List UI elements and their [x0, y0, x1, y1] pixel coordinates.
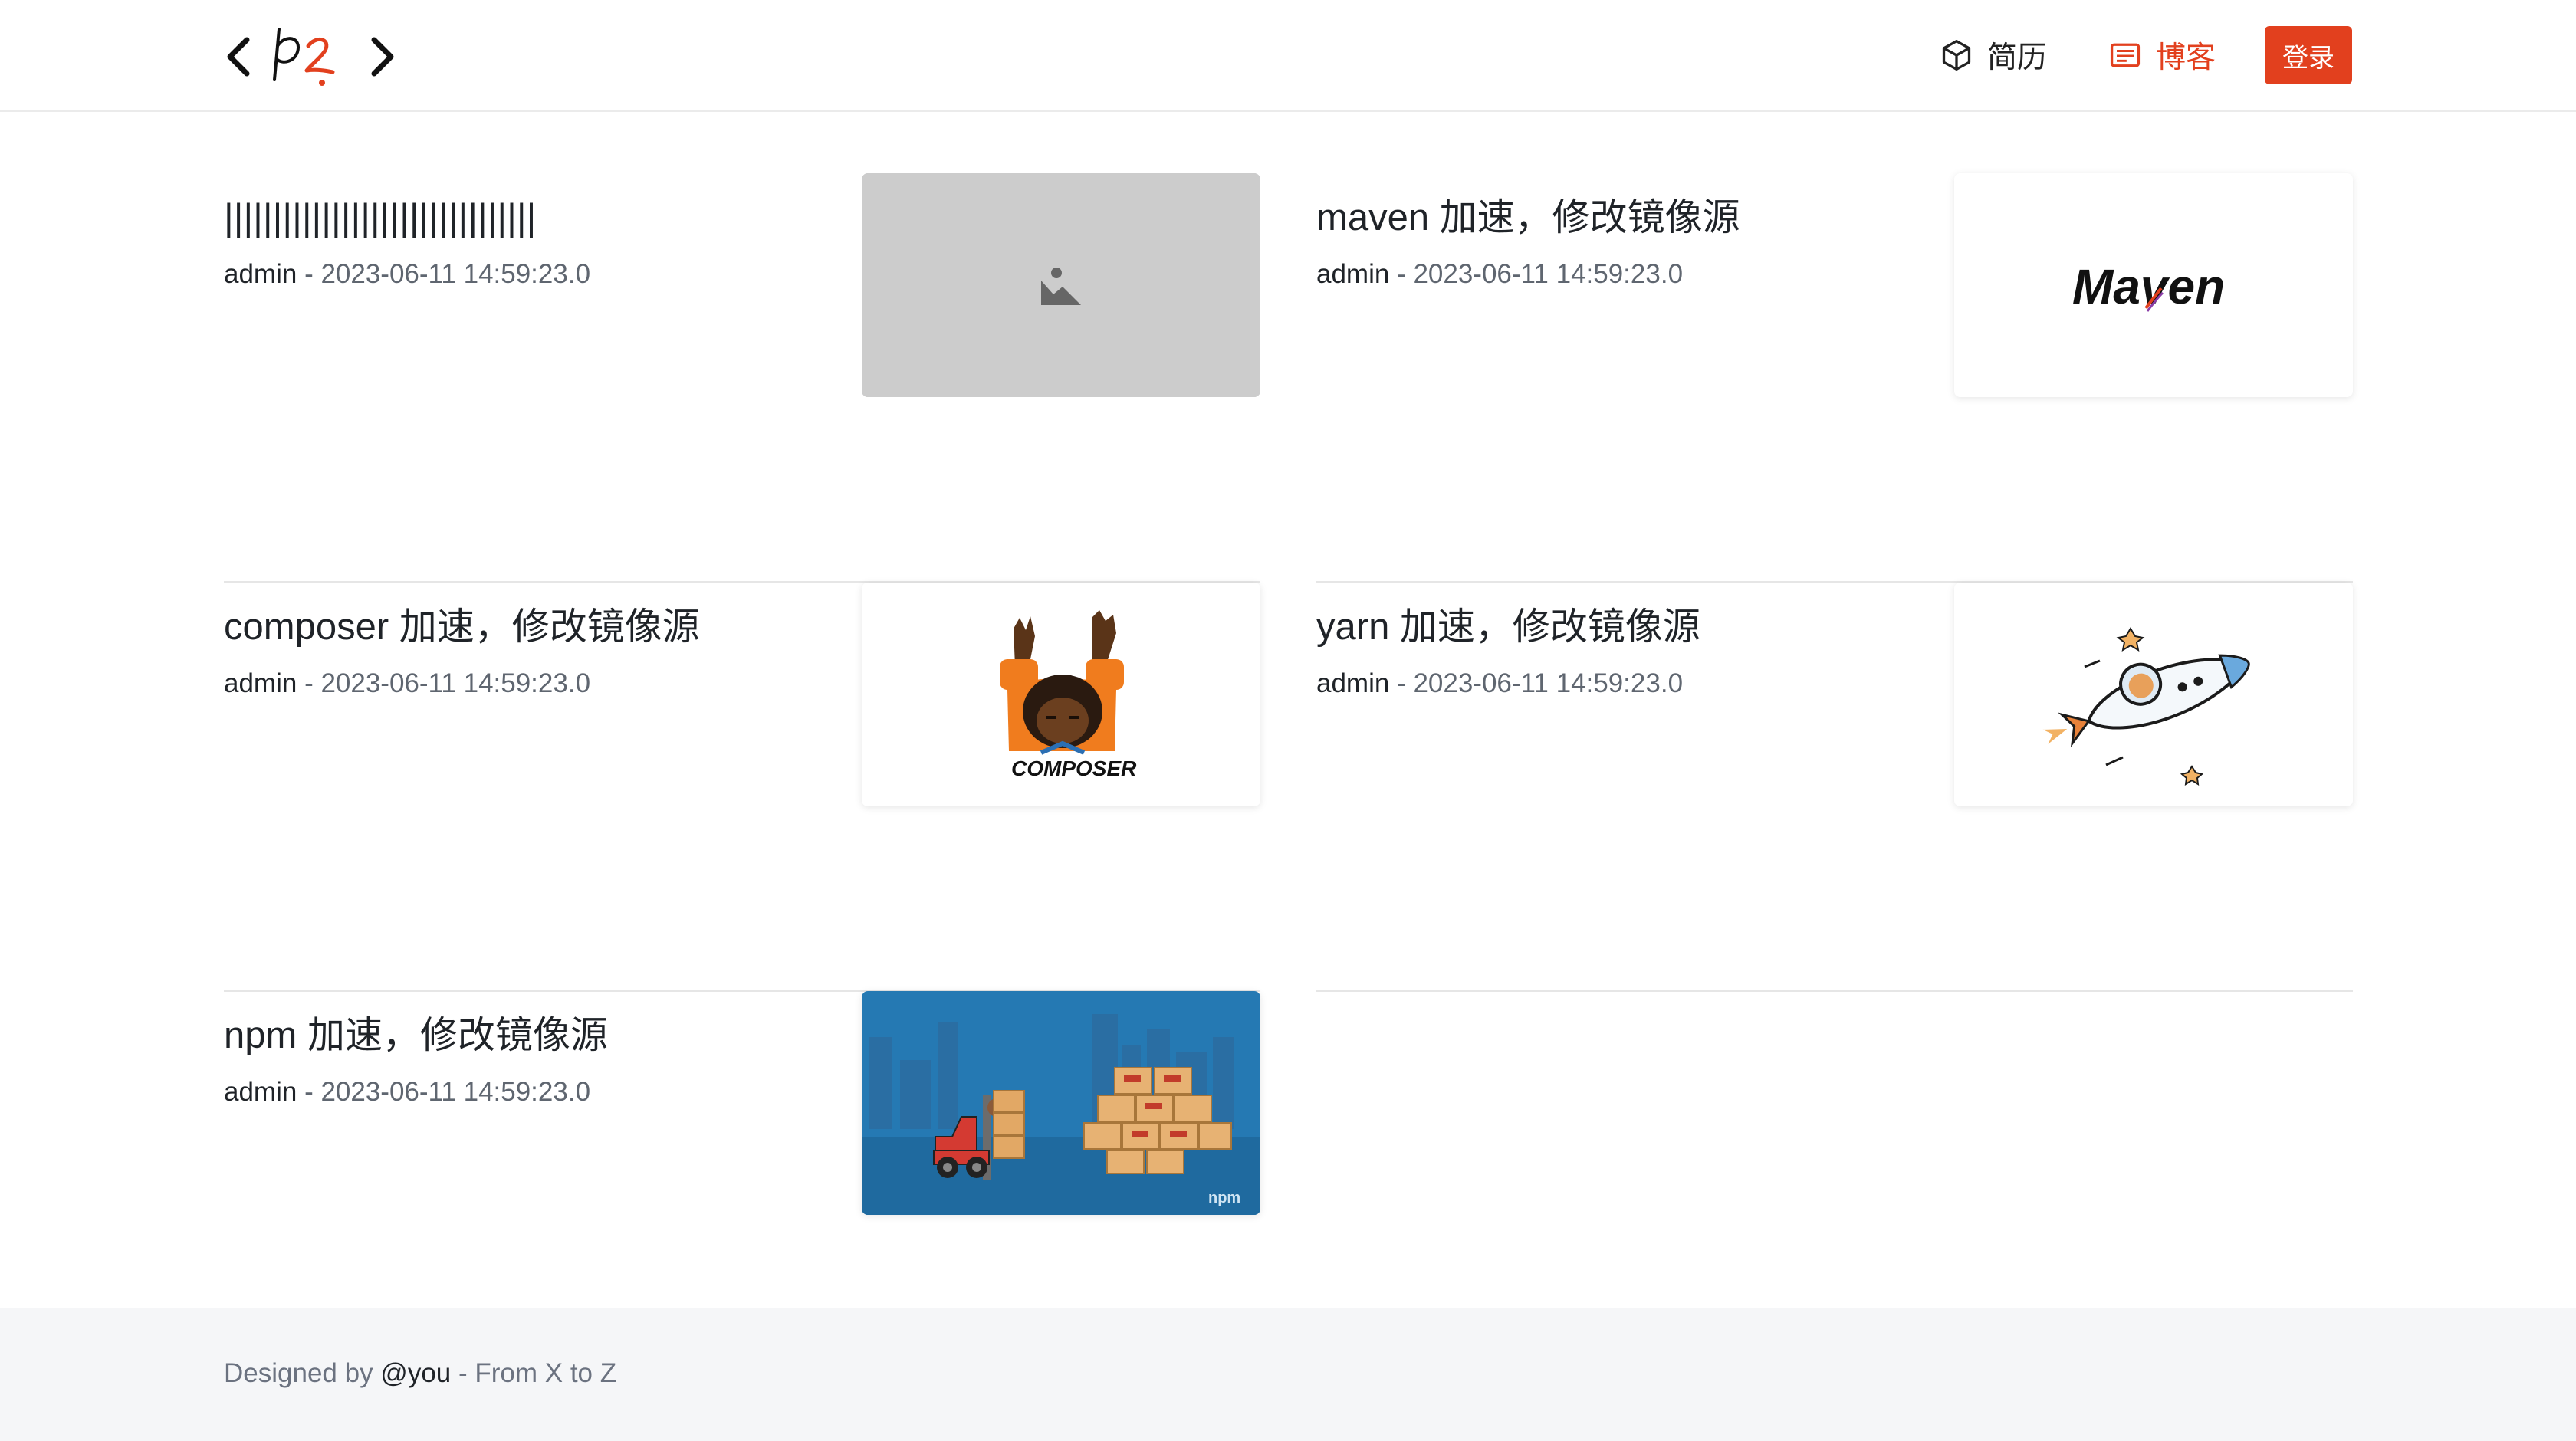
footer-credits: Designed by @you - From X to Z: [224, 1358, 616, 1389]
post-date: - 2023-06-11 14:59:23.0: [304, 668, 591, 698]
post-meta: admin - 2023-06-11 14:59:23.0: [224, 1072, 590, 1112]
image-placeholder-icon: [862, 173, 1260, 397]
post-author: admin: [1316, 259, 1390, 289]
post-card: maven 加速，修改镜像源 admin - 2023-06-11 14:59:…: [1316, 173, 2353, 583]
post-date: - 2023-06-11 14:59:23.0: [304, 1077, 591, 1107]
logo-icon: [227, 28, 394, 86]
post-meta: admin - 2023-06-11 14:59:23.0: [224, 254, 590, 294]
npm-forklift-illustration: npm: [862, 991, 1260, 1215]
nav-blog-label: 博客: [2156, 41, 2216, 74]
composer-logo-text: COMPOSER: [1011, 757, 1137, 780]
post-date: - 2023-06-11 14:59:23.0: [1397, 668, 1684, 698]
post-thumbnail[interactable]: [862, 173, 1260, 397]
npm-logo-text: npm: [1208, 1190, 1240, 1206]
yarn-rocket-illustration: [1954, 583, 2353, 806]
nav-blog[interactable]: 博客: [2108, 31, 2216, 80]
post-author: admin: [224, 668, 297, 698]
post-meta: admin - 2023-06-11 14:59:23.0: [1316, 254, 1683, 294]
post-thumbnail[interactable]: Maven: [1954, 173, 2353, 397]
post-author: admin: [224, 259, 297, 289]
post-date: - 2023-06-11 14:59:23.0: [1397, 259, 1684, 289]
post-author: admin: [224, 1077, 297, 1107]
post-title[interactable]: yarn 加速，修改镜像源: [1316, 602, 1700, 652]
post-thumbnail[interactable]: COMPOSER: [862, 583, 1260, 806]
post-card: yarn 加速，修改镜像源 admin - 2023-06-11 14:59:2…: [1316, 583, 2353, 992]
post-title[interactable]: maven 加速，修改镜像源: [1316, 193, 1740, 242]
post-date: - 2023-06-11 14:59:23.0: [304, 259, 591, 289]
post-title[interactable]: ||||||||||||||||||||||||||||||||: [224, 193, 536, 242]
post-thumbnail[interactable]: [1954, 583, 2353, 806]
post-meta: admin - 2023-06-11 14:59:23.0: [224, 664, 590, 704]
footer-prefix: Designed by: [224, 1358, 381, 1388]
post-title[interactable]: composer 加速，修改镜像源: [224, 602, 700, 652]
cube-icon: [1942, 40, 1971, 71]
maven-logo: Maven: [1954, 173, 2353, 397]
login-button[interactable]: 登录: [2265, 26, 2352, 84]
composer-logo: COMPOSER: [862, 583, 1260, 806]
post-title[interactable]: npm 加速，修改镜像源: [224, 1011, 608, 1060]
post-author: admin: [1316, 668, 1390, 698]
nav-resume[interactable]: 简历: [1940, 31, 2047, 80]
post-card: composer 加速，修改镜像源 admin - 2023-06-11 14:…: [224, 583, 1260, 992]
footer-author-link[interactable]: @you: [380, 1358, 451, 1388]
post-thumbnail[interactable]: npm: [862, 991, 1260, 1215]
post-meta: admin - 2023-06-11 14:59:23.0: [1316, 664, 1683, 704]
top-navbar: 简历 博客 登录: [0, 0, 2576, 112]
site-footer: Designed by @you - From X to Z: [0, 1308, 2576, 1441]
nav-resume-label: 简历: [1987, 41, 2048, 74]
footer-suffix: - From X to Z: [451, 1358, 617, 1388]
document-lines-icon: [2110, 43, 2141, 67]
post-card: |||||||||||||||||||||||||||||||| admin -…: [224, 173, 1260, 583]
site-logo[interactable]: [224, 23, 403, 87]
